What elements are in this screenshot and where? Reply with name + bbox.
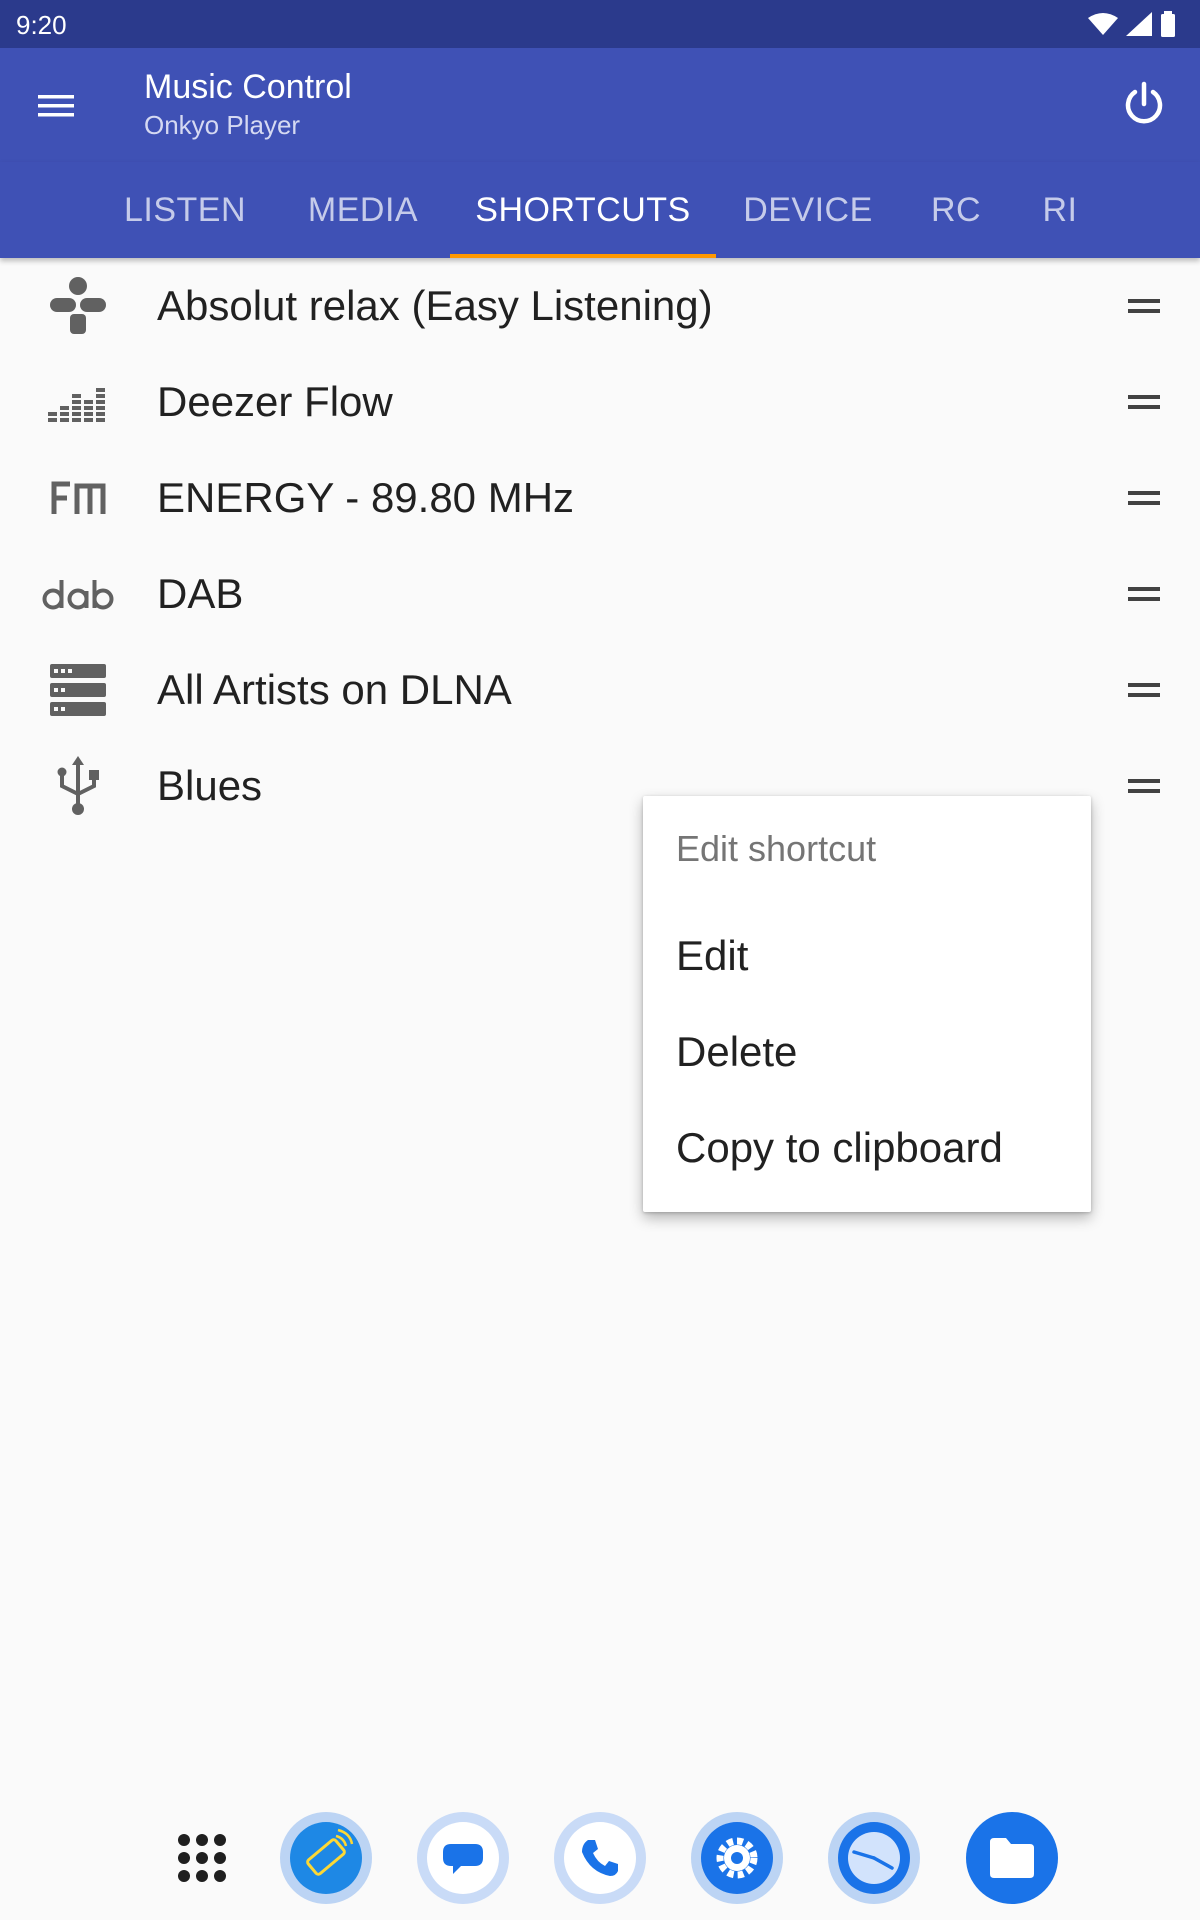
tab-ri[interactable]: RI: [1010, 162, 1110, 258]
wifi-icon: [1088, 13, 1118, 35]
deezer-icon: [40, 372, 116, 432]
tunein-icon: [40, 276, 116, 336]
menu-item-edit[interactable]: Edit: [643, 908, 1091, 1004]
context-menu: Edit shortcut Edit Delete Copy to clipbo…: [643, 796, 1091, 1212]
tab-shortcuts[interactable]: SHORTCUTS: [450, 162, 716, 258]
shortcut-label: All Artists on DLNA: [157, 666, 512, 713]
context-menu-title: Edit shortcut: [676, 828, 877, 869]
fm-icon: [40, 468, 116, 528]
shortcut-item[interactable]: All Artists on DLNA: [0, 642, 1200, 738]
drag-handle-icon[interactable]: [1128, 582, 1160, 606]
files-icon[interactable]: [966, 1812, 1058, 1904]
status-time: 9:20: [16, 10, 67, 40]
tab-rc[interactable]: RC: [904, 162, 1008, 258]
shortcut-item[interactable]: Deezer Flow: [0, 354, 1200, 450]
tab-bar: LISTEN MEDIA SHORTCUTS DEVICE RC RI: [0, 162, 1200, 258]
menu-button[interactable]: [28, 82, 84, 130]
drag-handle-icon[interactable]: [1128, 486, 1160, 510]
signal-icon: [1126, 12, 1152, 36]
power-icon: [1125, 81, 1163, 124]
remote-app-icon[interactable]: [280, 1812, 372, 1904]
usb-icon: [40, 756, 116, 816]
status-icons: [1088, 10, 1176, 38]
app-title: Music Control: [144, 68, 352, 106]
menu-item-delete[interactable]: Delete: [643, 1004, 1091, 1100]
battery-icon: [1161, 11, 1175, 37]
tab-device[interactable]: DEVICE: [720, 162, 896, 258]
drag-handle-icon[interactable]: [1128, 774, 1160, 798]
messages-icon[interactable]: [417, 1812, 509, 1904]
menu-item-copy-to-clipboard[interactable]: Copy to clipboard: [643, 1100, 1091, 1196]
tab-media[interactable]: MEDIA: [278, 162, 448, 258]
shortcut-item[interactable]: Absolut relax (Easy Listening): [0, 258, 1200, 354]
status-bar: 9:20: [0, 0, 1200, 48]
drag-handle-icon[interactable]: [1128, 294, 1160, 318]
power-button[interactable]: [1116, 76, 1172, 132]
phone-icon[interactable]: [554, 1812, 646, 1904]
app-bar: Music Control Onkyo Player: [0, 48, 1200, 162]
drag-handle-icon[interactable]: [1128, 390, 1160, 414]
shortcut-label: ENERGY - 89.80 MHz: [157, 474, 575, 521]
shortcut-label: Absolut relax (Easy Listening): [157, 282, 713, 329]
shortcut-label: Deezer Flow: [157, 378, 393, 425]
drag-handle-icon[interactable]: [1128, 678, 1160, 702]
dab-icon: [40, 564, 116, 624]
shortcut-item[interactable]: ENERGY - 89.80 MHz: [0, 450, 1200, 546]
shortcut-label: DAB: [157, 570, 244, 617]
menu-icon: [38, 95, 74, 117]
tab-listen[interactable]: LISTEN: [100, 162, 270, 258]
clock-icon[interactable]: [828, 1812, 920, 1904]
app-drawer-icon[interactable]: [156, 1812, 248, 1904]
shortcut-item[interactable]: DAB: [0, 546, 1200, 642]
app-subtitle: Onkyo Player: [144, 110, 301, 140]
app-dock: [0, 1800, 1200, 1920]
server-icon: [40, 660, 116, 720]
settings-icon[interactable]: [691, 1812, 783, 1904]
shortcut-label: Blues: [157, 762, 263, 809]
